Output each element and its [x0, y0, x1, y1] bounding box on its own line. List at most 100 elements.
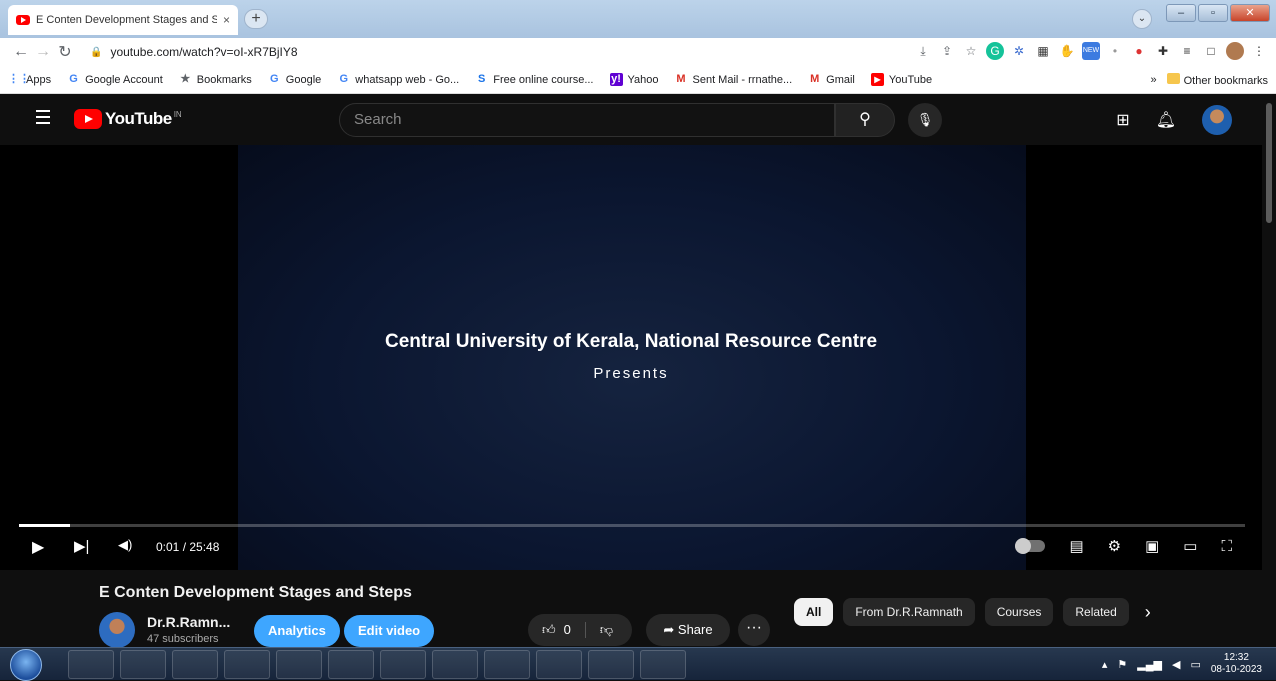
bookmark-label: Gmail [826, 73, 855, 86]
internet-explorer-icon[interactable] [120, 650, 166, 679]
autoplay-toggle[interactable] [1015, 538, 1046, 554]
other-bookmarks-folder[interactable]: Other bookmarks [1166, 73, 1268, 87]
url-field[interactable]: 🔒 youtube.com/watch?v=oI-xR7BjIY8 [90, 45, 298, 59]
chip-from-channel[interactable]: From Dr.R.Ramnath [843, 598, 975, 626]
grammarly-icon[interactable]: G [986, 42, 1004, 60]
explorer-icon[interactable] [68, 650, 114, 679]
search-input[interactable]: Search [339, 103, 835, 137]
bookmark-item[interactable]: y! Yahoo [609, 73, 659, 86]
extension-apple-icon[interactable]: ● [1130, 42, 1148, 60]
search-button[interactable]: ⚲ [835, 103, 895, 137]
reload-icon[interactable]: ↻ [54, 42, 76, 62]
fullscreen-icon[interactable]: ⛶ [1221, 538, 1232, 555]
network-signal-icon[interactable]: ▂▄▆ [1137, 658, 1162, 671]
extension-gear-icon[interactable]: ✲ [1010, 42, 1028, 60]
bookmark-item[interactable]: ★ Bookmarks [179, 73, 251, 86]
yahoo-icon: y! [609, 73, 623, 86]
minimize-button[interactable]: – [1166, 4, 1196, 22]
like-button[interactable]: 👍︎ 0 [528, 622, 586, 638]
next-icon[interactable]: ▶| [74, 537, 89, 555]
miniplayer-icon[interactable]: ▣ [1145, 537, 1159, 555]
reading-list-icon[interactable]: ≡ [1178, 42, 1196, 60]
bookmark-star-icon[interactable]: ☆ [962, 42, 980, 60]
extension-new-icon[interactable]: NEW [1082, 42, 1100, 60]
security-shield-icon[interactable] [588, 650, 634, 679]
snipping-tool-icon[interactable] [276, 650, 322, 679]
word-icon[interactable] [640, 650, 686, 679]
check-app-icon[interactable] [224, 650, 270, 679]
bookmark-item[interactable]: M Gmail [808, 73, 855, 86]
extension-dot-icon[interactable]: • [1106, 42, 1124, 60]
menu-icon[interactable] [36, 110, 50, 128]
chip-related[interactable]: Related [1063, 598, 1129, 626]
edit-video-button[interactable]: Edit video [344, 615, 435, 647]
play-icon[interactable]: ▶ [32, 537, 44, 557]
volume-icon[interactable]: ◀) [118, 537, 132, 553]
video-player[interactable]: Central University of Kerala, National R… [0, 145, 1262, 570]
bookmark-label: Free online course... [493, 73, 594, 86]
settings-gear-icon[interactable]: ⚙ [1108, 537, 1121, 555]
create-video-icon[interactable]: ⊞ [1116, 110, 1129, 130]
media-player-icon[interactable] [172, 650, 218, 679]
firefox-icon[interactable] [380, 650, 426, 679]
forward-icon[interactable]: → [32, 43, 54, 61]
chrome-icon[interactable] [536, 650, 582, 679]
more-actions-button[interactable]: ··· [738, 614, 770, 646]
other-bookmarks-label: Other bookmarks [1183, 75, 1268, 87]
bookmark-item[interactable]: ⋮⋮ Apps [8, 73, 51, 86]
extension-grid-icon[interactable]: ▦ [1034, 42, 1052, 60]
microphone-icon: 🎙 [916, 112, 934, 127]
analytics-button[interactable]: Analytics [254, 615, 340, 647]
tab-search-icon[interactable]: ⌄ [1132, 9, 1152, 29]
theater-mode-icon[interactable]: ▭ [1183, 537, 1197, 555]
maximize-button[interactable]: ▫ [1198, 4, 1228, 22]
chip-courses[interactable]: Courses [984, 598, 1054, 626]
apps-grid-icon: ⋮⋮ [8, 73, 30, 85]
speaker-icon[interactable]: ◀ [1172, 658, 1180, 671]
bookmark-item[interactable]: M Sent Mail - rrnathe... [675, 73, 792, 86]
bookmark-item[interactable]: ▶ YouTube [870, 73, 932, 86]
notifications-bell-icon[interactable]: 🔔︎ [1156, 110, 1176, 130]
chip-all[interactable]: All [794, 598, 834, 626]
scrollbar-thumb[interactable] [1266, 103, 1272, 223]
bookmark-item[interactable]: G Google Account [67, 73, 162, 86]
bookmark-item[interactable]: S Free online course... [475, 73, 593, 86]
account-avatar[interactable] [1202, 105, 1232, 135]
remote-desktop-icon[interactable] [328, 650, 374, 679]
dislike-button[interactable]: 👎︎ [586, 622, 627, 638]
page-scrollbar[interactable] [1262, 95, 1276, 647]
back-icon[interactable]: ← [10, 43, 32, 61]
youtube-logo[interactable]: YouTube IN [74, 109, 182, 129]
chrome-menu-icon[interactable]: ⋮ [1250, 42, 1268, 60]
tab-close-icon[interactable]: × [223, 13, 230, 27]
bookmark-item[interactable]: G whatsapp web - Go... [337, 73, 459, 86]
share-page-icon[interactable]: ⇪ [938, 42, 956, 60]
share-button[interactable]: ➦ Share [646, 614, 730, 646]
progress-fill [19, 524, 71, 527]
clock-time: 12:32 [1223, 652, 1249, 663]
clock[interactable]: 12:32 08-10-2023 [1211, 652, 1262, 676]
channel-avatar[interactable] [99, 612, 135, 648]
browser-tab[interactable]: E Conten Development Stages and Steps - … [8, 5, 238, 35]
hp-icon[interactable] [432, 650, 478, 679]
close-window-button[interactable]: ✕ [1230, 4, 1270, 22]
start-button[interactable] [10, 649, 42, 681]
opera-icon[interactable] [484, 650, 530, 679]
profile-avatar-icon[interactable] [1226, 42, 1244, 60]
battery-icon[interactable]: ▭ [1190, 658, 1200, 671]
voice-search-button[interactable]: 🎙 [908, 103, 942, 137]
more-bookmarks-button[interactable]: » [1151, 74, 1157, 86]
channel-name[interactable]: Dr.R.Ramn... [147, 614, 230, 630]
install-icon[interactable]: ⤓ [914, 42, 932, 60]
chevron-right-icon[interactable]: › [1145, 602, 1151, 623]
subtitles-icon[interactable]: ▤ [1069, 537, 1083, 555]
action-center-icon[interactable]: ⚑ [1117, 658, 1127, 671]
extension-hand-icon[interactable]: ✋ [1058, 42, 1076, 60]
progress-bar[interactable] [19, 524, 1245, 527]
new-tab-button[interactable]: + [244, 9, 268, 29]
tray-expand-icon[interactable]: ▴ [1102, 658, 1108, 671]
extensions-puzzle-icon[interactable]: ✚ [1154, 42, 1172, 60]
bookmark-item[interactable]: G Google [268, 73, 321, 86]
side-panel-icon[interactable]: □ [1202, 42, 1220, 60]
url-text: youtube.com/watch?v=oI-xR7BjIY8 [110, 45, 298, 59]
